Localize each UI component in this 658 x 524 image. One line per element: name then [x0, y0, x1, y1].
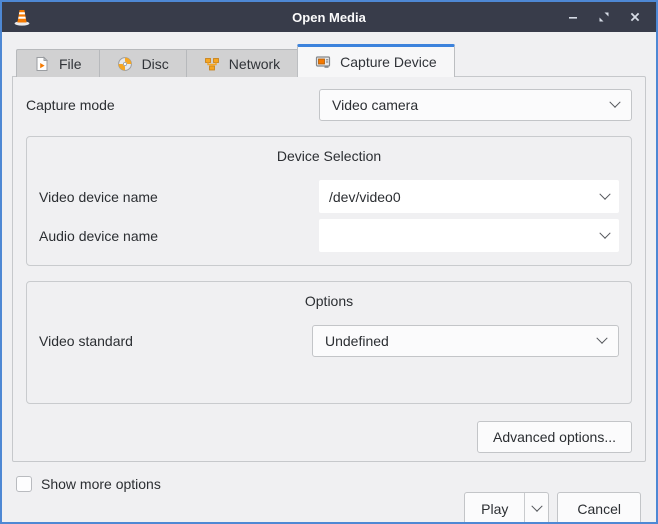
- close-icon[interactable]: [624, 6, 646, 28]
- capture-mode-value: Video camera: [332, 97, 611, 113]
- device-selection-title: Device Selection: [39, 145, 619, 174]
- options-title: Options: [39, 290, 619, 319]
- play-options-dropdown[interactable]: [524, 493, 548, 524]
- show-more-options-row: Show more options: [2, 462, 656, 492]
- capture-device-icon: [315, 54, 331, 70]
- window-title: Open Media: [2, 10, 656, 25]
- vlc-cone-icon: [12, 7, 32, 27]
- video-standard-value: Undefined: [325, 333, 598, 349]
- tab-network-label: Network: [229, 56, 280, 72]
- network-icon: [204, 56, 220, 72]
- play-split-button: Play: [464, 492, 549, 524]
- media-tabs: File Disc Networ: [2, 32, 656, 77]
- chevron-down-icon: [596, 333, 607, 344]
- video-standard-dropdown[interactable]: Undefined: [312, 325, 619, 357]
- device-selection-group: Device Selection Video device name /dev/…: [26, 136, 632, 266]
- options-group: Options Video standard Undefined: [26, 281, 632, 404]
- audio-device-label: Audio device name: [39, 228, 319, 244]
- tab-disc[interactable]: Disc: [99, 49, 186, 77]
- tab-disc-label: Disc: [142, 56, 169, 72]
- capture-mode-label: Capture mode: [26, 97, 319, 113]
- audio-device-combobox[interactable]: [319, 219, 619, 252]
- capture-device-panel: Capture mode Video camera Device Selecti…: [12, 76, 646, 462]
- tab-file[interactable]: File: [16, 49, 99, 77]
- video-standard-label: Video standard: [39, 333, 312, 349]
- capture-mode-row: Capture mode Video camera: [26, 89, 632, 121]
- advanced-options-button[interactable]: Advanced options...: [477, 421, 632, 453]
- video-device-value: /dev/video0: [329, 189, 601, 205]
- file-media-icon: [34, 56, 50, 72]
- show-more-options-label: Show more options: [41, 476, 161, 492]
- dialog-buttons: Play Cancel: [2, 492, 656, 524]
- tab-capture-device-label: Capture Device: [340, 54, 437, 70]
- titlebar: Open Media: [2, 2, 656, 32]
- cancel-button[interactable]: Cancel: [557, 492, 641, 524]
- minimize-icon[interactable]: [562, 6, 584, 28]
- play-button[interactable]: Play: [465, 493, 524, 524]
- tab-network[interactable]: Network: [186, 49, 297, 77]
- restore-icon[interactable]: [593, 6, 615, 28]
- disc-icon: [117, 56, 133, 72]
- tab-file-label: File: [59, 56, 82, 72]
- chevron-down-icon: [599, 188, 610, 199]
- video-standard-row: Video standard Undefined: [39, 325, 619, 357]
- video-device-label: Video device name: [39, 189, 319, 205]
- chevron-down-icon: [609, 97, 620, 108]
- chevron-down-icon: [531, 501, 542, 512]
- video-device-combobox[interactable]: /dev/video0: [319, 180, 619, 213]
- audio-device-row: Audio device name: [39, 219, 619, 252]
- tab-capture-device[interactable]: Capture Device: [297, 44, 455, 77]
- chevron-down-icon: [599, 227, 610, 238]
- capture-mode-dropdown[interactable]: Video camera: [319, 89, 632, 121]
- video-device-row: Video device name /dev/video0: [39, 180, 619, 213]
- show-more-options-checkbox[interactable]: [16, 476, 32, 492]
- open-media-dialog: Open Media: [0, 0, 658, 524]
